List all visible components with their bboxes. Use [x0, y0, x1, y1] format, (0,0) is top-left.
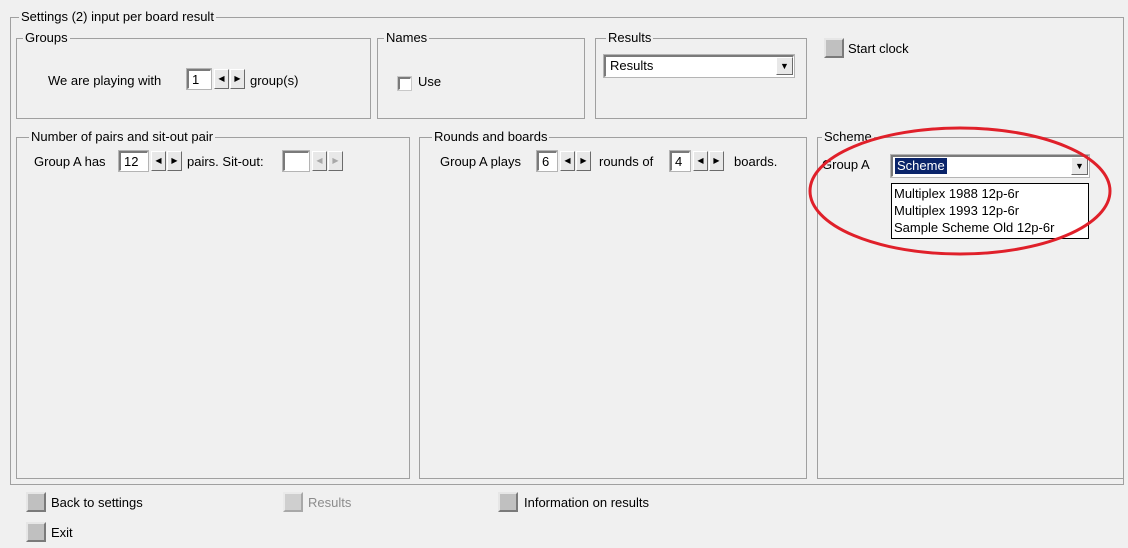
groups-prefix-label: We are playing with [48, 73, 162, 88]
information-on-results-label: Information on results [524, 495, 650, 510]
results-button [283, 492, 303, 512]
names-title: Names [384, 30, 430, 46]
rounds-group: Rounds and boards [419, 129, 807, 479]
sitout-input[interactable] [282, 150, 310, 172]
sitout-spinner: ◀ ▶ [312, 151, 344, 171]
pairs-middle-label: pairs. Sit-out: [187, 154, 264, 169]
groups-spinner[interactable]: ◀ ▶ [214, 69, 246, 89]
results-select[interactable]: Results ▼ [603, 54, 795, 78]
boards-count-input[interactable]: 4 [669, 150, 691, 172]
exit-button[interactable] [26, 522, 46, 542]
groups-count-input[interactable]: 1 [186, 68, 212, 90]
spin-right-icon[interactable]: ▶ [709, 151, 724, 171]
rounds-middle-label: rounds of [599, 154, 654, 169]
rounds-title: Rounds and boards [432, 129, 550, 145]
spin-left-icon: ◀ [312, 151, 327, 171]
results-group: Results [595, 30, 807, 119]
groups-suffix-label: group(s) [250, 73, 299, 88]
settings-window: Settings (2) input per board result Grou… [0, 0, 1128, 548]
start-clock-label: Start clock [848, 41, 909, 56]
information-on-results-button[interactable] [498, 492, 518, 512]
back-to-settings-button[interactable] [26, 492, 46, 512]
settings-outer-title: Settings (2) input per board result [19, 9, 216, 25]
spin-left-icon[interactable]: ◀ [214, 69, 229, 89]
pairs-title: Number of pairs and sit-out pair [29, 129, 216, 145]
rounds-count-input[interactable]: 6 [536, 150, 558, 172]
start-clock-button[interactable] [824, 38, 844, 58]
pairs-group: Number of pairs and sit-out pair [16, 129, 410, 479]
results-title: Results [606, 30, 654, 46]
results-select-value: Results [610, 58, 654, 73]
rounds-suffix-label: boards. [734, 154, 778, 169]
spin-left-icon[interactable]: ◀ [560, 151, 575, 171]
rounds-prefix-label: Group A plays [440, 154, 521, 169]
spin-right-icon[interactable]: ▶ [576, 151, 591, 171]
back-to-settings-label: Back to settings [51, 495, 143, 510]
names-use-label: Use [418, 74, 442, 89]
red-annotation-ellipse [808, 126, 1112, 256]
spin-left-icon[interactable]: ◀ [693, 151, 708, 171]
pairs-spinner[interactable]: ◀ ▶ [151, 151, 183, 171]
spin-right-icon[interactable]: ▶ [230, 69, 245, 89]
spin-right-icon: ▶ [328, 151, 343, 171]
groups-title: Groups [23, 30, 70, 46]
spin-left-icon[interactable]: ◀ [151, 151, 166, 171]
results-button-label: Results [308, 495, 352, 510]
pairs-count-input[interactable]: 12 [118, 150, 149, 172]
rounds-spinner[interactable]: ◀ ▶ [560, 151, 592, 171]
chevron-down-icon[interactable]: ▼ [776, 57, 793, 75]
names-use-checkbox[interactable] [397, 76, 412, 91]
pairs-prefix-label: Group A has [34, 154, 106, 169]
boards-spinner[interactable]: ◀ ▶ [693, 151, 725, 171]
exit-label: Exit [51, 525, 73, 540]
spin-right-icon[interactable]: ▶ [167, 151, 182, 171]
